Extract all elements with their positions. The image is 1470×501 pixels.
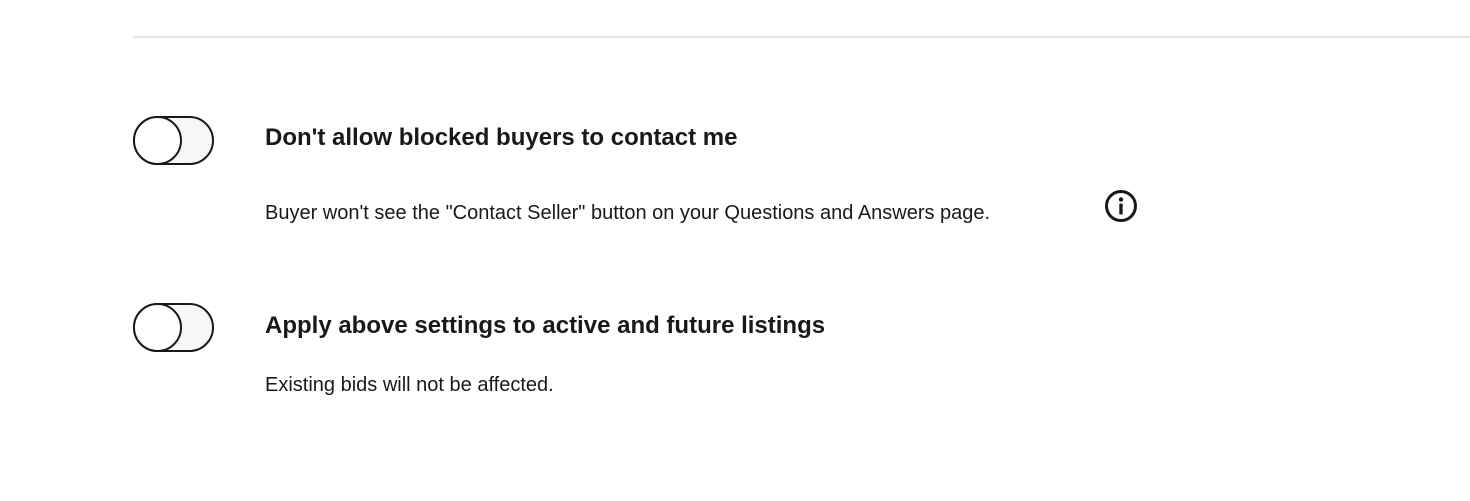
block-contact-title: Don't allow blocked buyers to contact me [265, 124, 738, 151]
block-contact-toggle[interactable] [133, 116, 214, 165]
info-icon[interactable] [1104, 189, 1138, 223]
toggle-knob [133, 303, 182, 352]
apply-listings-toggle[interactable] [133, 303, 214, 352]
apply-listings-description: Existing bids will not be affected. [265, 374, 554, 396]
toggle-knob [133, 116, 182, 165]
section-divider [133, 36, 1470, 38]
apply-listings-title: Apply above settings to active and futur… [265, 312, 826, 339]
block-contact-description: Buyer won't see the "Contact Seller" but… [265, 202, 991, 224]
